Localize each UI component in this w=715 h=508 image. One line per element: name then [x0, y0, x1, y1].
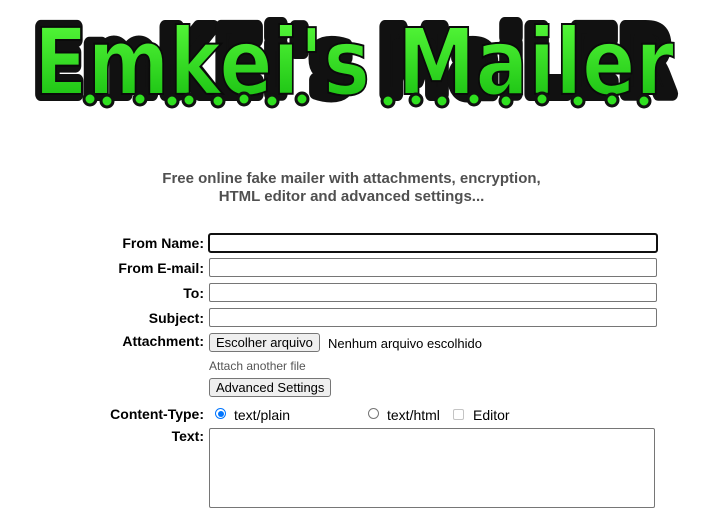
tagline-line-1: Free online fake mailer with attachments… — [162, 170, 541, 187]
advanced-settings-button[interactable]: Advanced Settings — [209, 378, 332, 397]
no-file-chosen-text: Nenhum arquivo escolhido — [328, 336, 482, 351]
from-email-input[interactable] — [209, 258, 657, 277]
to-input[interactable] — [209, 283, 657, 302]
emkeis-mailer-logo: EmKEi's MaiLER Emkei's Mailer — [27, 6, 681, 123]
subject-label: Subject: — [148, 310, 204, 326]
content-type-plain-radio[interactable] — [215, 408, 226, 419]
choose-file-button[interactable]: Escolher arquivo — [209, 333, 320, 352]
from-name-label: From Name: — [122, 235, 204, 251]
content-type-label: Content-Type: — [110, 406, 204, 422]
from-email-label: From E-mail: — [118, 260, 204, 276]
editor-checkbox[interactable] — [453, 409, 464, 420]
content-type-html-label: text/html — [387, 407, 440, 423]
editor-label: Editor — [473, 407, 510, 423]
from-name-input[interactable] — [208, 233, 658, 253]
content-type-html-radio[interactable] — [368, 408, 379, 419]
subject-input[interactable] — [209, 308, 657, 327]
to-label: To: — [183, 285, 204, 301]
attachment-label: Attachment: — [122, 333, 204, 349]
tagline-line-2: HTML editor and advanced settings... — [218, 188, 485, 205]
content-type-plain-label: text/plain — [234, 407, 291, 423]
message-textarea[interactable] — [209, 428, 655, 508]
tagline: Free online fake mailer with attachments… — [0, 170, 703, 206]
text-label: Text: — [171, 428, 204, 444]
attach-another-file-link[interactable]: Attach another file — [209, 359, 306, 373]
